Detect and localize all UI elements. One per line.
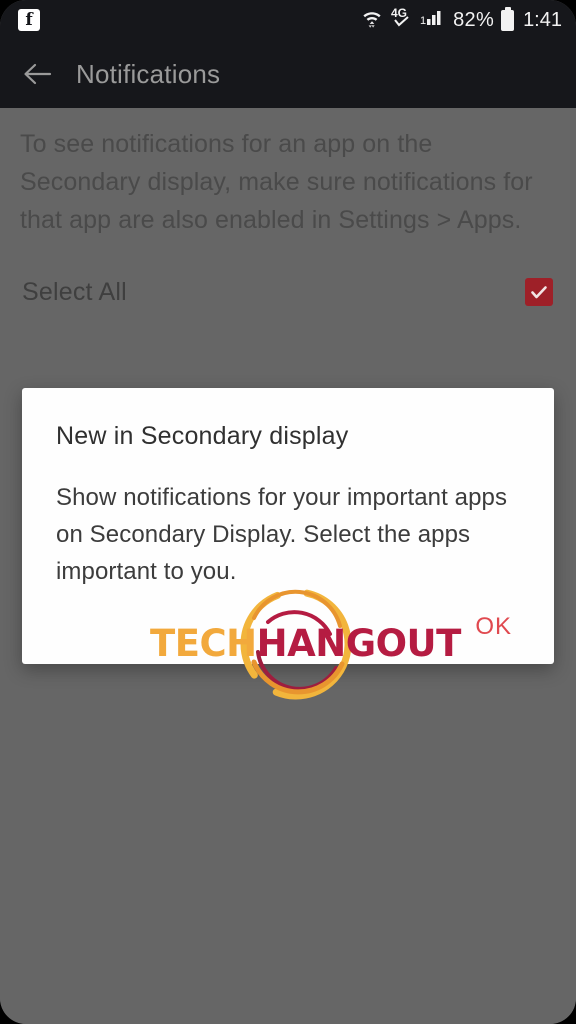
dialog-title: New in Secondary display: [56, 422, 349, 450]
dialog-actions: OK: [22, 590, 554, 664]
battery-percent-label: 82%: [453, 8, 495, 31]
select-all-checkbox[interactable]: [525, 278, 553, 306]
svg-text:1: 1: [420, 15, 426, 27]
select-all-row[interactable]: Select All: [0, 263, 576, 321]
info-dialog: New in Secondary display Show notificati…: [22, 388, 554, 664]
cellular-signal-icon: 1: [420, 7, 446, 34]
checkmark-icon: [531, 286, 547, 299]
battery-full-icon: [501, 6, 515, 31]
wifi-with-data-arrows-icon: [360, 6, 384, 35]
dialog-message: Show notifications for your important ap…: [56, 484, 508, 585]
4g-checkmark-icon: 4G: [391, 6, 413, 35]
back-arrow-icon[interactable]: [20, 57, 54, 91]
status-bar: f 4G 1 82% 1:41: [0, 0, 576, 40]
ok-button[interactable]: OK: [461, 605, 526, 649]
clock-label: 1:41: [523, 8, 562, 31]
facebook-icon: f: [18, 9, 40, 31]
phone-screen: f 4G 1 82% 1:41 Notifications To see not…: [0, 0, 576, 1024]
status-bar-system-icons: 4G 1 82% 1:41: [360, 6, 562, 35]
svg-text:4G: 4G: [391, 6, 407, 20]
select-all-label: Select All: [22, 277, 127, 306]
action-bar: Notifications: [0, 40, 576, 108]
page-description: To see notifications for an app on the S…: [20, 130, 533, 234]
page-title: Notifications: [76, 58, 221, 89]
status-bar-notifications: f: [18, 9, 40, 31]
